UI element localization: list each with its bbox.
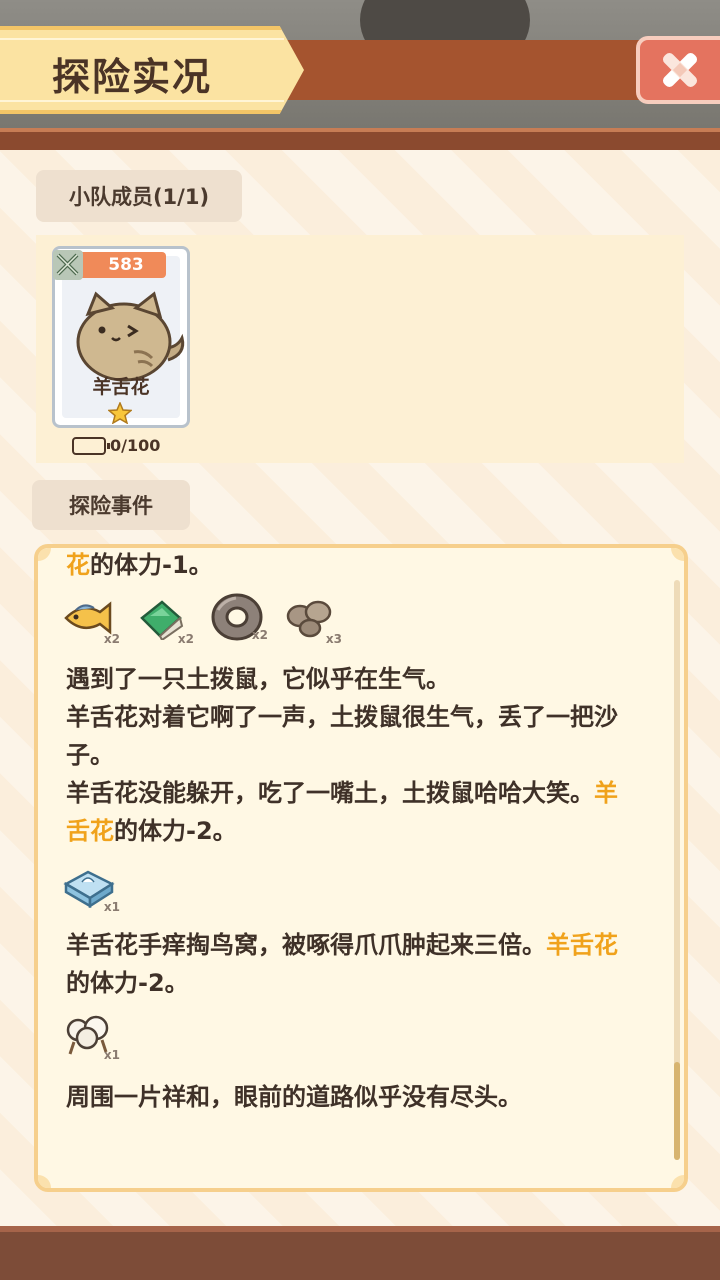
reward-qty: x3 bbox=[325, 632, 342, 646]
event-highlight: 花 bbox=[66, 551, 90, 579]
reward-qty: x1 bbox=[103, 1048, 120, 1062]
battery-icon bbox=[72, 436, 110, 455]
reward-item[interactable]: x2 bbox=[62, 596, 120, 646]
event-line: 羊舌花对着它啊了一声，土拨鼠很生气，丢了一把沙 bbox=[66, 703, 618, 731]
bottom-bar bbox=[0, 1226, 720, 1280]
events-section-label: 探险事件 bbox=[32, 480, 190, 530]
event-text: 羊舌花手痒掏鸟窝，被啄得爪爪肿起来三倍。 bbox=[66, 931, 546, 959]
reward-item[interactable]: x2 bbox=[210, 592, 268, 642]
member-name: 羊舌花 bbox=[92, 376, 150, 398]
page-title: 探险实况 bbox=[52, 55, 213, 99]
close-icon bbox=[662, 52, 698, 88]
reward-qty: x2 bbox=[177, 632, 194, 646]
reward-qty: x2 bbox=[251, 628, 268, 642]
event-line: 舌花的体力-2。 bbox=[66, 812, 666, 850]
event-text: 的体力-1。 bbox=[90, 551, 213, 579]
reward-item[interactable]: x2 bbox=[136, 596, 194, 646]
bottom-bar-stripe bbox=[0, 1226, 720, 1232]
reward-qty: x1 bbox=[103, 900, 120, 914]
close-button[interactable] bbox=[636, 36, 720, 104]
event-highlight: 舌花 bbox=[66, 817, 114, 845]
rail bbox=[0, 132, 720, 150]
event-line: 遇到了一只土拨鼠，它似乎在生气。 bbox=[66, 665, 450, 693]
event-text: 的体力-2。 bbox=[114, 817, 237, 845]
stamina-value: 0/100 bbox=[110, 436, 161, 455]
star-icon bbox=[108, 402, 132, 424]
event-line: 周围一片祥和，眼前的道路似乎没有尽头。 bbox=[66, 1083, 522, 1111]
members-section-label: 小队成员(1/1) bbox=[36, 170, 242, 222]
reward-item[interactable]: x3 bbox=[284, 596, 342, 646]
event-line: 子。 bbox=[66, 741, 114, 769]
event-line: 的体力-2。 bbox=[66, 969, 189, 997]
cat-avatar-icon bbox=[76, 291, 185, 382]
event-text: 羊舌花没能躲开，吃了一嘴土，土拨鼠哈哈大笑。 bbox=[66, 779, 594, 807]
events-scroll-thumb[interactable] bbox=[674, 1062, 680, 1160]
event-line: 羊舌花没能躲开，吃了一嘴土，土拨鼠哈哈大笑。羊 bbox=[66, 774, 666, 812]
reward-qty: x2 bbox=[103, 632, 120, 646]
event-highlight: 羊 bbox=[594, 779, 618, 807]
reward-item[interactable]: x1 bbox=[62, 1012, 120, 1062]
reward-item[interactable]: x1 bbox=[62, 864, 120, 914]
event-line: 花的体力-1。 bbox=[66, 546, 666, 584]
stamina-indicator: 0/100 bbox=[72, 436, 160, 455]
event-line: 羊舌花手痒掏鸟窝，被啄得爪爪肿起来三倍。羊舌花 bbox=[66, 926, 666, 964]
event-highlight: 羊舌花 bbox=[546, 931, 618, 959]
crossed-swords-icon bbox=[53, 250, 83, 280]
